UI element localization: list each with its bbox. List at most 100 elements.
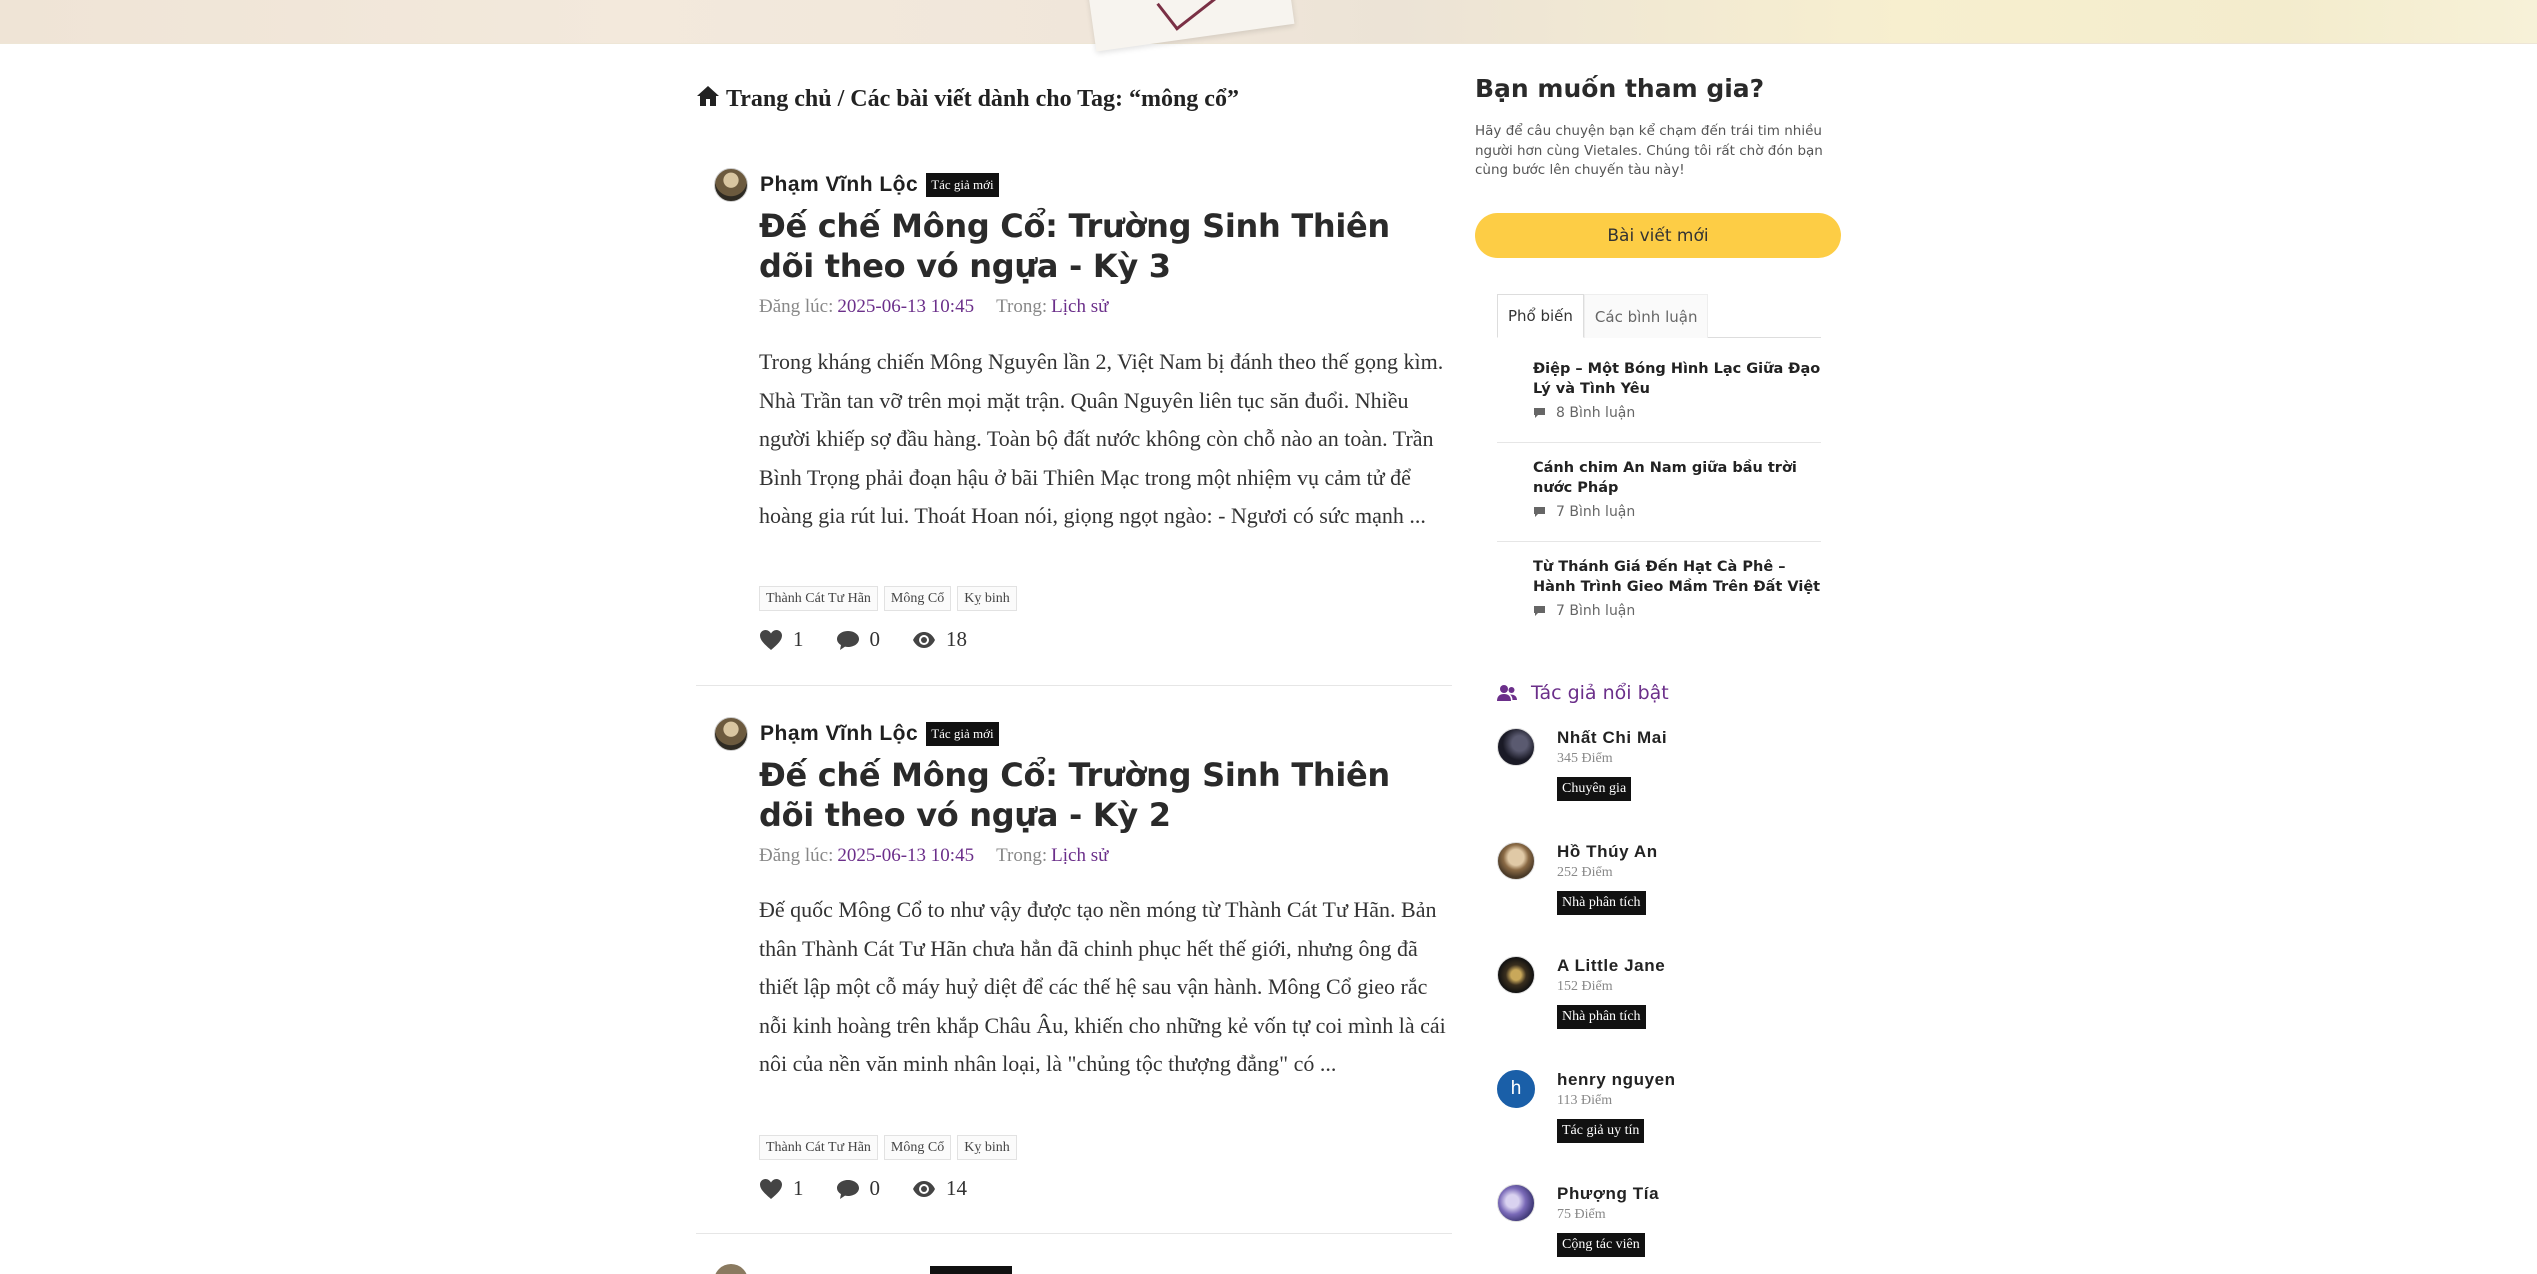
- new-post-button[interactable]: Bài viết mới: [1475, 213, 1841, 258]
- featured-author: Nhất Chi Mai 345 Điểm Chuyên gia: [1497, 728, 1667, 801]
- tag-link[interactable]: Mông Cổ: [883, 1135, 952, 1160]
- heart-icon: [760, 1178, 782, 1199]
- sidebar-tabs: Phổ biến Các bình luận: [1497, 294, 1821, 338]
- view-count: 18: [946, 627, 967, 651]
- author-avatar[interactable]: [1497, 842, 1535, 880]
- featured-author-badge: Chuyên gia: [1557, 777, 1632, 801]
- author-badge: [930, 1266, 1012, 1274]
- popular-post-item[interactable]: Cánh chim An Nam giữa bầu trời nước Pháp…: [1533, 459, 1823, 520]
- like-stat[interactable]: 1: [759, 1176, 804, 1201]
- featured-author: Hồ Thúy An 252 Điểm Nhà phân tích: [1497, 842, 1658, 915]
- popular-post-comments: 8 Bình luận: [1533, 405, 1823, 421]
- comment-icon: [836, 630, 859, 650]
- author-avatar[interactable]: [1497, 956, 1535, 994]
- view-count: 14: [946, 1176, 967, 1200]
- join-title: Bạn muốn tham gia?: [1475, 74, 1765, 103]
- home-icon[interactable]: [696, 85, 720, 114]
- eye-icon: [913, 1180, 935, 1197]
- post-card: Phạm Vĩnh Lộc Tác giả mới Đế chế Mông Cổ…: [696, 717, 1452, 1237]
- comment-stat[interactable]: 0: [836, 1176, 881, 1201]
- category-link[interactable]: Lịch sử: [1051, 845, 1108, 867]
- featured-author-name[interactable]: henry nguyen: [1557, 1070, 1676, 1090]
- heart-icon: [760, 629, 782, 650]
- like-count: 1: [793, 627, 804, 651]
- comment-icon: [836, 1179, 859, 1199]
- post-tags: Thành Cát Tư Hãn Mông Cổ Kỵ binh: [759, 586, 1017, 611]
- category-label: Trong:: [996, 845, 1048, 866]
- like-count: 1: [793, 1176, 804, 1200]
- featured-author-badge: Nhà phân tích: [1557, 891, 1646, 915]
- users-icon: [1497, 685, 1517, 701]
- popular-post-title[interactable]: Từ Thánh Giá Đến Hạt Cà Phê – Hành Trình…: [1533, 558, 1823, 597]
- tab-comments[interactable]: Các bình luận: [1583, 294, 1709, 338]
- avatar-initial: h: [1510, 1078, 1522, 1099]
- popular-post-title[interactable]: Cánh chim An Nam giữa bầu trời nước Pháp: [1533, 459, 1823, 498]
- popular-post-comments: 7 Bình luận: [1533, 603, 1823, 619]
- post-card-partial: [696, 1264, 1452, 1274]
- posted-label: Đăng lúc:: [759, 296, 834, 317]
- category-link[interactable]: Lịch sử: [1051, 296, 1108, 318]
- breadcrumb-home-link[interactable]: Trang chủ: [726, 86, 832, 113]
- tab-popular[interactable]: Phổ biến: [1497, 294, 1584, 338]
- featured-author-name[interactable]: A Little Jane: [1557, 956, 1665, 976]
- post-tags: Thành Cát Tư Hãn Mông Cổ Kỵ binh: [759, 1135, 1017, 1160]
- post-meta: Đăng lúc: 2025-06-13 10:45 Trong: Lịch s…: [759, 296, 1108, 318]
- featured-author-name[interactable]: Nhất Chi Mai: [1557, 728, 1667, 748]
- breadcrumb: Trang chủ / Các bài viết dành cho Tag: “…: [696, 84, 1239, 114]
- view-stat: 18: [912, 627, 967, 652]
- tag-link[interactable]: Kỵ binh: [957, 1135, 1017, 1160]
- post-meta: Đăng lúc: 2025-06-13 10:45 Trong: Lịch s…: [759, 845, 1108, 867]
- breadcrumb-current: Các bài viết dành cho Tag: “mông cổ”: [850, 85, 1239, 112]
- popular-post-item[interactable]: Từ Thánh Giá Đến Hạt Cà Phê – Hành Trình…: [1533, 558, 1823, 619]
- featured-author-points: 75 Điểm: [1557, 1207, 1606, 1222]
- post-stats: 1 0 18: [759, 627, 999, 652]
- header-banner: [0, 0, 2537, 52]
- comment-count: 0: [869, 1176, 881, 1200]
- author-name[interactable]: Phạm Vĩnh Lộc: [760, 173, 918, 197]
- author-badge: Tác giả mới: [926, 173, 999, 197]
- popular-post-item[interactable]: Điệp – Một Bóng Hình Lạc Giữa Đạo Lý và …: [1533, 360, 1823, 421]
- breadcrumb-separator: /: [837, 85, 845, 112]
- popular-comment-count: 7 Bình luận: [1556, 603, 1636, 619]
- featured-author-name[interactable]: Phượng Tía: [1557, 1184, 1659, 1204]
- post-divider: [696, 1233, 1452, 1234]
- author-avatar[interactable]: [714, 168, 748, 202]
- tag-link[interactable]: Thành Cát Tư Hãn: [759, 586, 878, 611]
- author-avatar[interactable]: [714, 717, 748, 751]
- tag-link[interactable]: Mông Cổ: [883, 586, 952, 611]
- featured-author-points: 345 Điểm: [1557, 751, 1613, 766]
- author-avatar[interactable]: [714, 1264, 748, 1274]
- featured-author: h henry nguyen 113 Điểm Tác giả uy tín: [1497, 1070, 1676, 1143]
- popular-divider: [1497, 541, 1821, 542]
- comment-icon: [1534, 507, 1545, 517]
- popular-post-comments: 7 Bình luận: [1533, 504, 1823, 520]
- post-title[interactable]: Đế chế Mông Cổ: Trường Sinh Thiên dõi th…: [759, 206, 1449, 286]
- eye-icon: [913, 631, 935, 648]
- post-stats: 1 0 14: [759, 1176, 999, 1201]
- featured-author: Phượng Tía 75 Điểm Cộng tác viên: [1497, 1184, 1659, 1257]
- popular-comment-count: 8 Bình luận: [1556, 405, 1636, 421]
- popular-post-title[interactable]: Điệp – Một Bóng Hình Lạc Giữa Đạo Lý và …: [1533, 360, 1823, 399]
- tag-link[interactable]: Thành Cát Tư Hãn: [759, 1135, 878, 1160]
- author-name[interactable]: Phạm Vĩnh Lộc: [760, 722, 918, 746]
- tag-link[interactable]: Kỵ binh: [957, 586, 1017, 611]
- featured-author-points: 252 Điểm: [1557, 865, 1613, 880]
- category-label: Trong:: [996, 296, 1048, 317]
- featured-author-points: 113 Điểm: [1557, 1093, 1613, 1108]
- featured-author: A Little Jane 152 Điểm Nhà phân tích: [1497, 956, 1665, 1029]
- comment-stat[interactable]: 0: [836, 627, 880, 652]
- popular-comment-count: 7 Bình luận: [1556, 504, 1636, 520]
- posted-label: Đăng lúc:: [759, 845, 834, 866]
- author-avatar[interactable]: h: [1497, 1070, 1535, 1108]
- like-stat[interactable]: 1: [759, 627, 804, 652]
- post-excerpt: Đế quốc Mông Cổ to như vậy được tạo nền …: [759, 897, 1446, 1076]
- featured-author-name[interactable]: Hồ Thúy An: [1557, 842, 1658, 862]
- post-excerpt: Trong kháng chiến Mông Nguyên lần 2, Việ…: [759, 349, 1444, 528]
- author-avatar[interactable]: [1497, 728, 1535, 766]
- posted-date: 2025-06-13 10:45: [837, 296, 975, 317]
- featured-author-badge: Nhà phân tích: [1557, 1005, 1646, 1029]
- author-avatar[interactable]: [1497, 1184, 1535, 1222]
- featured-authors-heading: Tác giả nổi bật: [1497, 682, 1669, 704]
- post-title[interactable]: Đế chế Mông Cổ: Trường Sinh Thiên dõi th…: [759, 755, 1449, 835]
- post-author-row: Phạm Vĩnh Lộc Tác giả mới: [714, 717, 999, 751]
